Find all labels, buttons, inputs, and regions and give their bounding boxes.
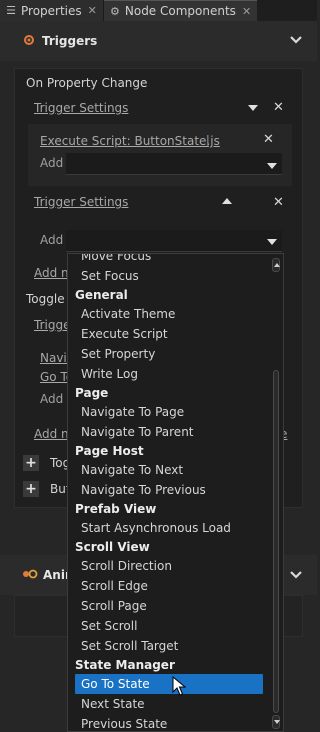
add-action-select[interactable] — [66, 153, 282, 175]
dropdown-item[interactable]: Set Scroll Target — [68, 636, 268, 656]
dropdown-item[interactable]: Scroll Edge — [68, 576, 268, 596]
mouse-cursor-icon — [172, 676, 186, 696]
chevron-down-icon[interactable] — [267, 239, 277, 245]
add-action-select[interactable] — [66, 230, 282, 252]
collapse-caret-icon[interactable] — [248, 105, 258, 111]
chevron-down-icon[interactable] — [289, 568, 303, 582]
chevron-down-icon[interactable] — [267, 163, 277, 169]
remove-icon[interactable]: ✕ — [273, 101, 284, 114]
dropdown-group-header: State Manager — [75, 658, 175, 672]
dropdown-item[interactable]: Next State — [68, 694, 268, 714]
dropdown-group-header: Page — [75, 386, 109, 400]
dropdown-group-header: General — [75, 288, 128, 302]
dropdown-item[interactable]: Move Focus — [68, 254, 268, 266]
dropdown-item[interactable]: Scroll Page — [68, 596, 268, 616]
add-label: Add — [40, 156, 64, 170]
arrow-up-icon — [274, 263, 280, 267]
add-label: Add — [40, 392, 64, 406]
expand-caret-icon[interactable] — [222, 198, 232, 204]
dropdown-group-header: Scroll View — [75, 540, 150, 554]
plus-icon[interactable]: + — [23, 455, 39, 471]
dropdown-item[interactable]: Activate Theme — [68, 304, 268, 324]
trigger-settings-link[interactable]: Trigge — [34, 318, 70, 332]
scroll-up-button[interactable] — [272, 258, 280, 272]
dropdown-item[interactable]: Write Log — [68, 364, 268, 384]
chevron-down-icon[interactable] — [289, 33, 303, 47]
action-dropdown[interactable]: Move Focus Set Focus General Activate Theme… — [67, 253, 284, 732]
dropdown-item[interactable]: Go To State — [75, 674, 263, 694]
text-cursor: | — [206, 133, 210, 146]
arrow-down-icon — [274, 720, 280, 724]
close-icon[interactable]: ✕ — [88, 4, 97, 17]
close-icon[interactable]: ✕ — [242, 5, 251, 18]
scroll-down-button[interactable] — [272, 715, 280, 729]
dropdown-item[interactable]: Set Scroll — [68, 616, 268, 636]
plus-icon[interactable]: + — [23, 481, 39, 497]
components-icon: ⚙ — [109, 4, 120, 18]
remove-action-icon[interactable]: ✕ — [263, 133, 274, 146]
dropdown-item[interactable]: Set Property — [68, 344, 268, 364]
dropdown-group-header: Page Host — [75, 444, 144, 458]
dropdown-item[interactable]: Navigate To Parent — [68, 422, 268, 442]
dropdown-group-header: Prefab View — [75, 502, 157, 516]
dropdown-item[interactable]: Set Focus — [68, 266, 268, 286]
trigger-name: On Property Change — [26, 76, 148, 90]
add-label: Add — [40, 233, 64, 247]
dropdown-item[interactable]: Navigate To Page — [68, 402, 268, 422]
dropdown-item[interactable]: Execute Script — [68, 324, 268, 344]
animation-icon — [22, 568, 38, 583]
triggers-section-header[interactable]: Triggers — [0, 21, 317, 61]
scrollbar-thumb[interactable] — [273, 370, 279, 713]
remove-icon[interactable]: ✕ — [273, 196, 284, 209]
gear-icon — [22, 33, 36, 50]
tab-label: Node Components — [124, 4, 236, 18]
section-title: Triggers — [42, 34, 98, 48]
dropdown-item[interactable]: Previous State — [68, 714, 268, 731]
dropdown-item[interactable]: Scroll Direction — [68, 556, 268, 576]
tab-node-components[interactable]: ⚙ Node Components ✕ — [103, 0, 258, 21]
dropdown-item[interactable]: Start Asynchronous Load — [68, 518, 268, 538]
list-icon: ☰ — [6, 4, 16, 17]
trigger-settings-link[interactable]: Trigger Settings — [34, 195, 128, 209]
tab-label: Properties — [21, 3, 82, 18]
dropdown-list: Move Focus Set Focus General Activate Theme… — [68, 254, 268, 731]
tab-properties[interactable]: ☰ Properties ✕ — [0, 0, 104, 21]
tab-bar: ☰ Properties ✕ ⚙ Node Components ✕ — [0, 0, 317, 21]
dropdown-item[interactable]: Navigate To Next — [68, 460, 268, 480]
trigger-name: Toggle I — [26, 292, 72, 306]
action-link[interactable]: Execute Script: ButtonState.js — [40, 134, 220, 148]
dropdown-item[interactable]: Navigate To Previous — [68, 480, 268, 500]
trigger-settings-link[interactable]: Trigger Settings — [34, 101, 128, 115]
